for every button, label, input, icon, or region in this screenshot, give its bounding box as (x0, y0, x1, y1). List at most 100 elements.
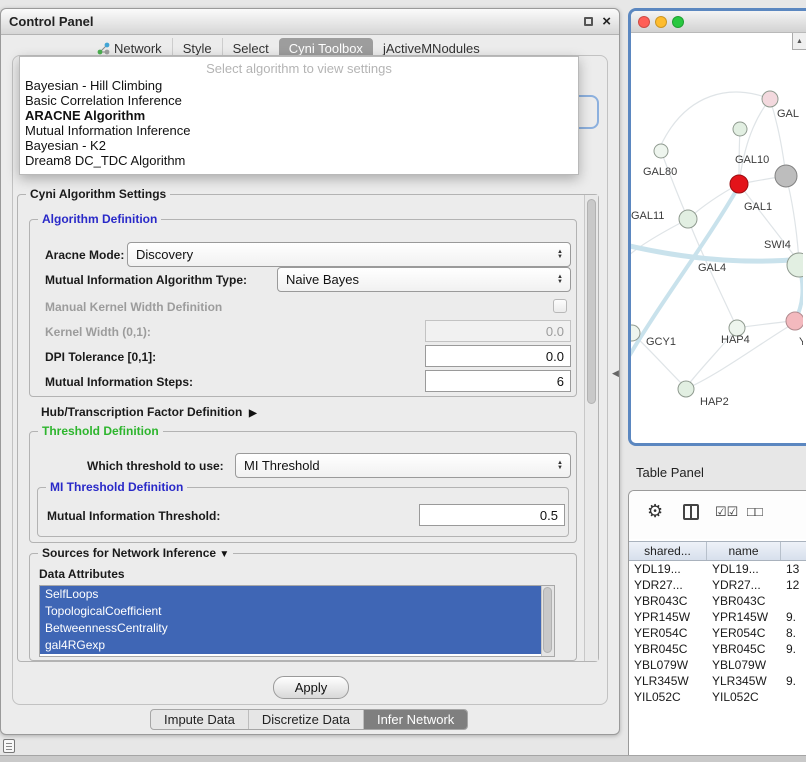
attribute-list-scrollbar[interactable] (541, 586, 554, 656)
table-panel-title: Table Panel (636, 465, 704, 480)
mi-steps-field[interactable]: 6 (425, 370, 571, 392)
table-panel-window: ⚙ ☑☑ □□ shared... name YDL19...YDL19...1… (628, 490, 806, 762)
manual-kernel-width-label: Manual Kernel Width Definition (45, 300, 222, 314)
node[interactable] (733, 122, 747, 136)
control-panel-titlebar[interactable]: Control Panel × (1, 9, 619, 35)
column-header-name[interactable]: name (707, 542, 781, 560)
node-label: GAL80 (643, 166, 677, 178)
settings-scrollbar[interactable] (584, 195, 598, 661)
network-tab-icon (97, 42, 110, 55)
combo-arrows-icon: ▲▼ (557, 275, 563, 285)
table-row[interactable]: YDR27...YDR27...12 (629, 577, 806, 593)
node-label: HAP2 (700, 396, 729, 408)
cyni-mode-tabs: Impute Data Discretize Data Infer Networ… (150, 709, 468, 730)
deselect-all-checkboxes-icon[interactable]: □□ (747, 504, 763, 519)
attribute-list-item[interactable]: BetweennessCentrality (40, 620, 543, 637)
select-all-checkboxes-icon[interactable]: ☑☑ (715, 504, 738, 520)
aracne-mode-combo[interactable]: Discovery ▲▼ (127, 242, 571, 267)
node[interactable] (679, 210, 697, 228)
mi-threshold-label: Mutual Information Threshold: (47, 509, 220, 523)
network-canvas[interactable]: GAL GAL80 GAL10 GAL11 GAL1 SWI4 GAL4 GCY… (631, 33, 806, 443)
which-threshold-combo[interactable]: MI Threshold ▲▼ (235, 453, 571, 478)
table-row[interactable]: YLR345WYLR345W9. (629, 673, 806, 689)
attribute-list-scrollbar-thumb[interactable] (543, 587, 552, 653)
minimized-panel-icon[interactable] (3, 739, 15, 753)
mi-threshold-field[interactable]: 0.5 (419, 504, 565, 526)
node-label: SWI4 (764, 239, 791, 251)
node[interactable] (775, 165, 797, 187)
window-title: Control Panel (9, 14, 94, 29)
node[interactable] (678, 381, 694, 397)
popup-item[interactable]: Mutual Information Inference (20, 123, 578, 138)
table-header: shared... name (629, 541, 806, 561)
columns-icon[interactable] (683, 504, 699, 520)
table-row[interactable]: YBR045CYBR045C9. (629, 641, 806, 657)
node-pink[interactable] (786, 312, 803, 330)
mi-algorithm-type-combo[interactable]: Naive Bayes ▲▼ (277, 267, 571, 292)
mi-algorithm-type-label: Mutual Information Algorithm Type: (45, 273, 247, 287)
node[interactable] (762, 91, 778, 107)
popup-item[interactable]: Basic Correlation Inference (20, 93, 578, 108)
node[interactable] (654, 144, 668, 158)
table-row[interactable]: YBR043CYBR043C (629, 593, 806, 609)
table-row[interactable]: YER054CYER054C8. (629, 625, 806, 641)
node-label: Y (799, 336, 803, 348)
expand-right-icon: ▶ (249, 408, 257, 419)
combo-arrows-icon: ▲▼ (557, 461, 563, 471)
expand-down-icon: ▼ (219, 549, 229, 560)
bottom-status-strip (0, 755, 806, 762)
node[interactable] (787, 253, 803, 277)
apply-button[interactable]: Apply (273, 676, 349, 699)
table-body: YDL19...YDL19...13 YDR27...YDR27...12 YB… (629, 561, 806, 705)
attribute-list-item[interactable]: gal4RGexp (40, 637, 543, 654)
kernel-width-label: Kernel Width (0,1): (45, 325, 151, 339)
popup-item[interactable]: Dream8 DC_TDC Algorithm (20, 153, 578, 168)
node-label: GAL1 (744, 201, 772, 213)
tab-discretize-data[interactable]: Discretize Data (248, 710, 363, 729)
control-panel-window: Control Panel × Network Style Select Cyn… (0, 8, 620, 735)
group-title: Cyni Algorithm Settings (26, 187, 170, 201)
close-icon[interactable]: × (602, 16, 611, 28)
close-traffic-light-icon[interactable] (638, 16, 650, 28)
hub-section-toggle[interactable]: Hub/Transcription Factor Definition ▶ (41, 405, 257, 419)
network-view-window: GAL GAL80 GAL10 GAL11 GAL1 SWI4 GAL4 GCY… (628, 8, 806, 446)
node-label: GAL4 (698, 262, 726, 274)
aracne-mode-label: Aracne Mode: (45, 248, 124, 262)
dpi-tolerance-field[interactable]: 0.0 (425, 345, 571, 367)
sources-toggle[interactable]: Sources for Network Inference ▼ (38, 546, 233, 560)
group-title: MI Threshold Definition (46, 480, 187, 494)
minimize-traffic-light-icon[interactable] (655, 16, 667, 28)
panel-collapse-handle[interactable]: ◀ (612, 368, 619, 379)
group-title: Threshold Definition (38, 424, 163, 438)
float-window-icon[interactable] (584, 17, 593, 26)
column-header-shared-name[interactable]: shared... (629, 542, 707, 560)
gear-icon[interactable]: ⚙ (647, 501, 663, 522)
node-red[interactable] (730, 175, 748, 193)
node-label: GAL11 (631, 210, 664, 222)
attribute-list-item[interactable]: SelfLoops (40, 586, 543, 603)
combo-arrows-icon: ▲▼ (557, 250, 563, 260)
network-window-titlebar[interactable] (631, 11, 806, 33)
popup-placeholder: Select algorithm to view settings (20, 57, 578, 78)
attribute-list-item[interactable]: TopologicalCoefficient (40, 603, 543, 620)
table-row[interactable]: YPR145WYPR145W9. (629, 609, 806, 625)
settings-scrollbar-thumb[interactable] (587, 199, 596, 404)
popup-item[interactable]: Bayesian - Hill Climbing (20, 78, 578, 93)
node-label: HAP4 (721, 334, 750, 346)
tab-impute-data[interactable]: Impute Data (151, 710, 248, 729)
popup-item[interactable]: Bayesian - K2 (20, 138, 578, 153)
table-toolbar: ⚙ ☑☑ □□ (629, 491, 806, 539)
tab-infer-network[interactable]: Infer Network (363, 710, 467, 729)
group-title: Algorithm Definition (38, 212, 161, 226)
table-row[interactable]: YIL052CYIL052C (629, 689, 806, 705)
manual-kernel-width-checkbox[interactable] (553, 299, 567, 313)
column-header-partial[interactable] (781, 542, 806, 560)
popup-item-selected[interactable]: ARACNE Algorithm (20, 108, 578, 123)
dpi-tolerance-label: DPI Tolerance [0,1]: (45, 350, 156, 364)
attribute-list[interactable]: SelfLoops TopologicalCoefficient Between… (39, 585, 555, 657)
scroll-up-icon[interactable]: ▲ (792, 33, 806, 50)
table-row[interactable]: YBL079WYBL079W (629, 657, 806, 673)
node-label: GAL10 (735, 154, 769, 166)
table-row[interactable]: YDL19...YDL19...13 (629, 561, 806, 577)
zoom-traffic-light-icon[interactable] (672, 16, 684, 28)
